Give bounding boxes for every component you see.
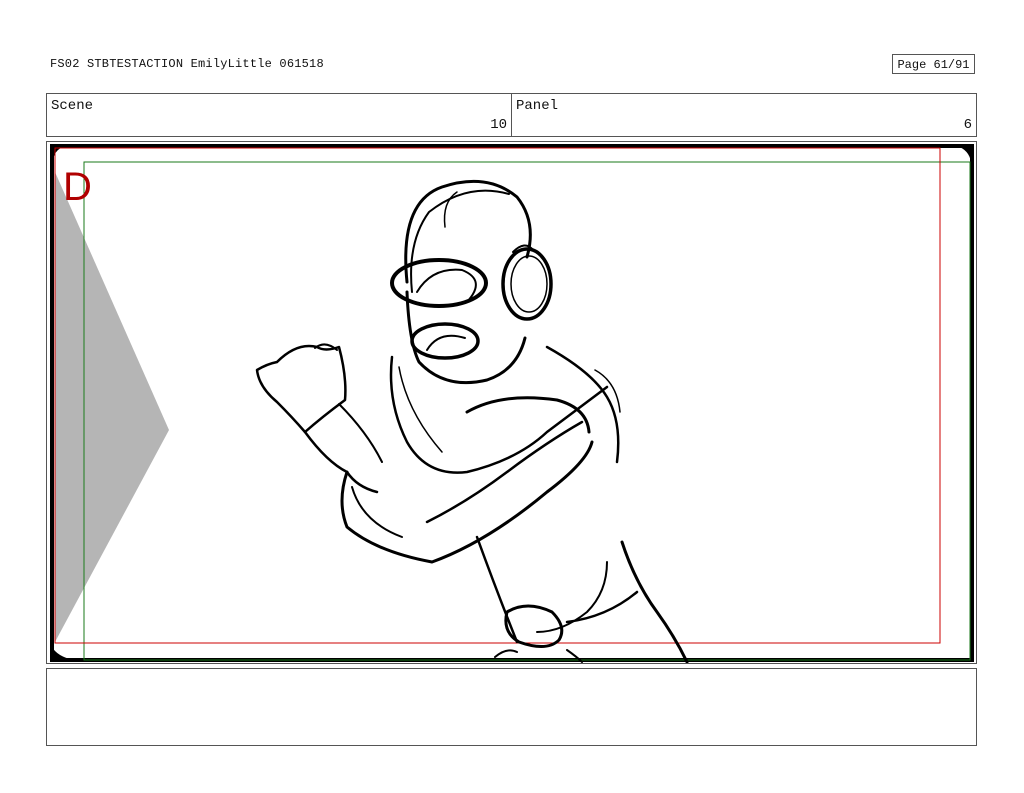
scene-panel-row: Scene 10 Panel 6 xyxy=(46,93,977,137)
background-shape xyxy=(55,172,169,642)
scene-cell: Scene 10 xyxy=(47,94,511,136)
panel-drawing: D xyxy=(50,144,974,663)
corner-letter: D xyxy=(63,165,92,209)
scene-value: 10 xyxy=(490,117,507,133)
character-sketch xyxy=(255,179,689,663)
document-title: FS02 STBTESTACTION EmilyLittle 061518 xyxy=(50,57,324,71)
title-safe-guide xyxy=(54,147,941,644)
scene-label: Scene xyxy=(51,98,94,114)
panel-value: 6 xyxy=(963,117,972,133)
corner-mark xyxy=(957,146,972,162)
camera-frame xyxy=(50,144,974,662)
notes-box xyxy=(46,668,977,746)
panel-label: Panel xyxy=(516,98,559,114)
panel-cell: Panel 6 xyxy=(511,94,976,136)
storyboard-panel: D xyxy=(46,141,977,664)
page-number: Page 61/91 xyxy=(892,54,975,74)
action-safe-guide xyxy=(83,161,971,661)
